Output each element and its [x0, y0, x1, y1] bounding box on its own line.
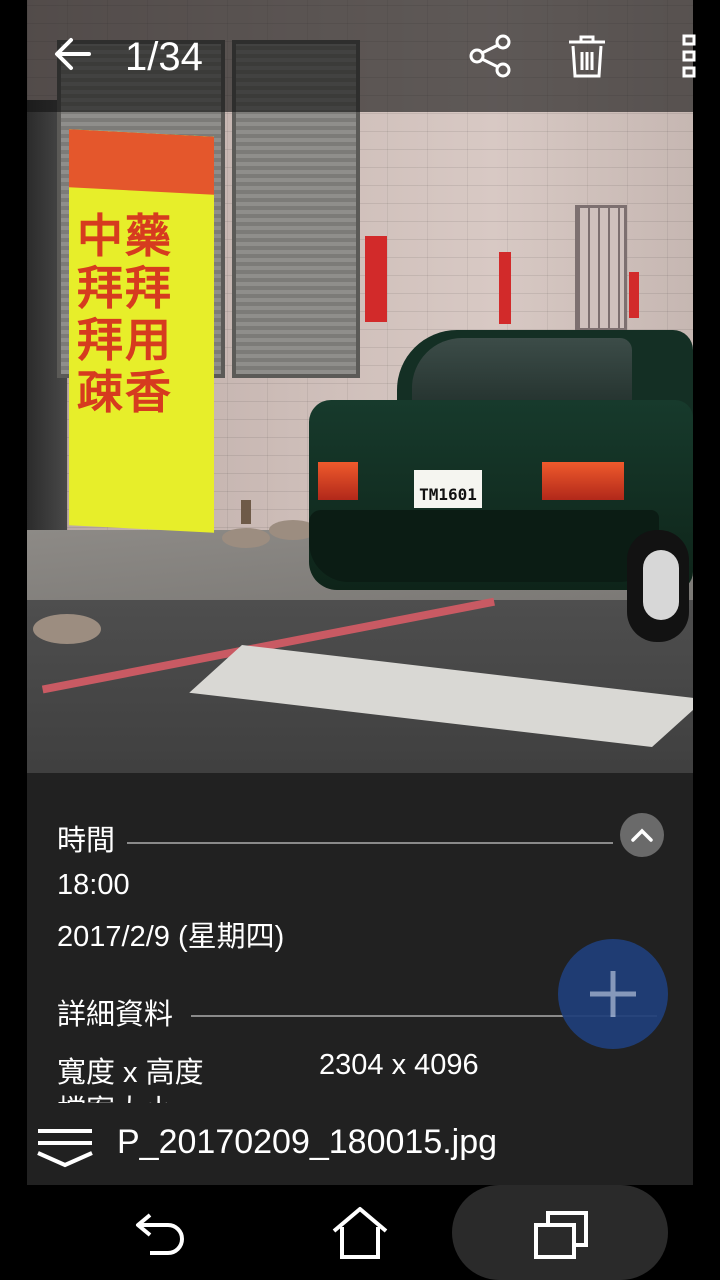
car-taillight: [542, 462, 624, 500]
partial-label: 檔案大小: [57, 1091, 173, 1103]
back-arrow-icon[interactable]: [51, 32, 95, 76]
cone-base: [222, 528, 270, 548]
system-nav-bar: [0, 1185, 720, 1280]
filename-bar: P_20170209_180015.jpg: [27, 1103, 693, 1185]
car-wheel: [627, 530, 689, 642]
date-value: 2017/2/9 (星期四): [57, 921, 285, 953]
time-value: 18:00: [57, 869, 130, 901]
more-vert-icon[interactable]: [675, 32, 705, 80]
time-heading: 時間: [57, 825, 116, 857]
size-value: 2304 x 4096: [319, 1049, 479, 1081]
banner-text: 中藥拜拜 拜用疎香: [77, 209, 173, 419]
red-couplet: [629, 272, 639, 318]
red-couplet: [365, 236, 387, 322]
license-plate: TM1601: [414, 470, 482, 508]
red-couplet: [499, 252, 511, 324]
size-label: 寬度 x 高度: [57, 1057, 204, 1089]
menu-drawer-icon[interactable]: [35, 1125, 95, 1169]
info-panel: 時間 18:00 2017/2/9 (星期四) 詳細資料 寬度 x 高度 230…: [27, 773, 693, 1103]
add-button[interactable]: [558, 939, 668, 1049]
photo-counter: 1/34: [125, 35, 203, 79]
back-icon[interactable]: [132, 1205, 190, 1261]
window-grill: [575, 205, 627, 331]
home-icon[interactable]: [330, 1203, 390, 1263]
car-bumper: [309, 510, 659, 582]
file-name: P_20170209_180015.jpg: [117, 1123, 498, 1161]
plus-icon: [590, 971, 636, 1017]
trash-icon[interactable]: [563, 32, 611, 80]
recents-icon[interactable]: [532, 1209, 590, 1261]
top-app-bar: 1/34: [27, 0, 696, 112]
chevron-up-icon[interactable]: [620, 813, 664, 857]
cone-post: [241, 500, 251, 524]
section-divider: [127, 842, 613, 844]
flag-base: [33, 614, 101, 644]
share-icon[interactable]: [467, 32, 515, 80]
details-heading: 詳細資料: [57, 999, 174, 1031]
car-taillight: [318, 462, 358, 500]
